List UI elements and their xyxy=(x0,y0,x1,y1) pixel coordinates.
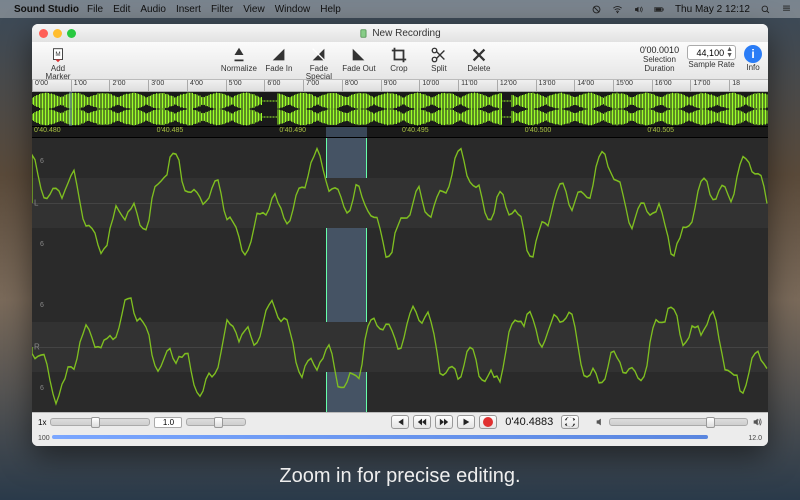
overview-wave-svg xyxy=(32,92,768,126)
spotlight-icon[interactable] xyxy=(760,4,771,15)
volume-low-icon xyxy=(595,417,605,427)
app-window: New Recording M Add Marker Normalize Fad… xyxy=(32,24,768,446)
sample-rate-col: ▲▼ Sample Rate xyxy=(687,45,736,69)
channel-right[interactable]: R 6 6 xyxy=(32,284,768,410)
overview-selection[interactable] xyxy=(69,92,72,126)
zoom-value[interactable]: 1.0 xyxy=(154,417,182,428)
transport-bar: 1x 1.0 0'40.4883 100 12.0 xyxy=(32,412,768,446)
split-button[interactable]: Split xyxy=(419,45,459,73)
menu-window[interactable]: Window xyxy=(275,4,311,15)
wave-left-svg xyxy=(32,140,768,266)
battery-icon[interactable] xyxy=(654,4,665,15)
record-icon xyxy=(483,417,493,427)
overview-waveform[interactable] xyxy=(32,92,768,126)
wave-right-svg xyxy=(32,284,768,410)
menu-audio[interactable]: Audio xyxy=(140,4,166,15)
delete-button[interactable]: Delete xyxy=(459,45,499,73)
do-not-disturb-icon[interactable] xyxy=(591,4,602,15)
volume-icon[interactable] xyxy=(633,4,644,15)
menu-view[interactable]: View xyxy=(243,4,265,15)
timecode: 0'40.4883 xyxy=(501,416,557,428)
add-marker-button[interactable]: M Add Marker xyxy=(38,45,78,81)
app-name[interactable]: Sound Studio xyxy=(14,4,79,15)
rewind-button[interactable] xyxy=(413,415,431,429)
menu-insert[interactable]: Insert xyxy=(176,4,201,15)
menu-edit[interactable]: Edit xyxy=(113,4,130,15)
go-to-start-button[interactable] xyxy=(391,415,409,429)
menu-help[interactable]: Help xyxy=(320,4,341,15)
normalize-button[interactable]: Normalize xyxy=(219,45,259,73)
zoom-label: 1x xyxy=(38,418,46,427)
zoom-button[interactable] xyxy=(67,29,76,38)
marketing-caption: Zoom in for precise editing. xyxy=(0,465,800,488)
timeline-ruler[interactable]: 0'001'002'003'004'005'006'007'008'009'00… xyxy=(32,80,768,92)
speed-slider[interactable] xyxy=(186,418,246,426)
titlebar[interactable]: New Recording xyxy=(32,24,768,42)
minimize-button[interactable] xyxy=(53,29,62,38)
document-icon xyxy=(359,29,368,38)
waveform-editor[interactable]: L 6 6 R 6 6 xyxy=(32,138,768,412)
info-icon: i xyxy=(744,45,762,63)
sample-rate-input[interactable] xyxy=(690,48,724,58)
crop-button[interactable]: Crop xyxy=(379,45,419,73)
wifi-icon[interactable] xyxy=(612,4,623,15)
fine-ruler-selection xyxy=(326,127,366,137)
fade-special-button[interactable]: Fade Special xyxy=(299,45,339,81)
selection-readout: 0'00.0010 Selection Duration xyxy=(640,45,679,73)
window-title: New Recording xyxy=(359,28,440,39)
macos-menubar: Sound Studio File Edit Audio Insert Filt… xyxy=(0,0,800,18)
fade-out-button[interactable]: Fade Out xyxy=(339,45,379,73)
toolbar: M Add Marker Normalize Fade In Fade Spec… xyxy=(32,42,768,80)
channel-left[interactable]: L 6 6 xyxy=(32,140,768,266)
fast-forward-button[interactable] xyxy=(435,415,453,429)
fade-in-button[interactable]: Fade In xyxy=(259,45,299,73)
sample-rate-stepper[interactable]: ▲▼ xyxy=(687,45,736,60)
close-button[interactable] xyxy=(39,29,48,38)
loop-button[interactable] xyxy=(561,415,579,429)
scrub-bar[interactable]: 100 12.0 xyxy=(32,431,768,445)
volume-slider[interactable] xyxy=(609,418,748,426)
volume-high-icon xyxy=(752,417,762,427)
window-title-text: New Recording xyxy=(372,28,440,39)
play-button[interactable] xyxy=(457,415,475,429)
clock[interactable]: Thu May 2 12:12 xyxy=(675,4,750,15)
stepper-icon[interactable]: ▲▼ xyxy=(726,47,733,59)
svg-text:M: M xyxy=(55,51,60,58)
zoom-slider[interactable] xyxy=(50,418,150,426)
fine-ruler[interactable]: 0'40.4800'40.4850'40.4900'40.4950'40.500… xyxy=(32,126,768,138)
notification-center-icon[interactable] xyxy=(781,4,792,15)
record-button[interactable] xyxy=(479,415,497,429)
menu-filter[interactable]: Filter xyxy=(211,4,233,15)
menu-file[interactable]: File xyxy=(87,4,103,15)
info-button[interactable]: i Info xyxy=(744,45,762,72)
